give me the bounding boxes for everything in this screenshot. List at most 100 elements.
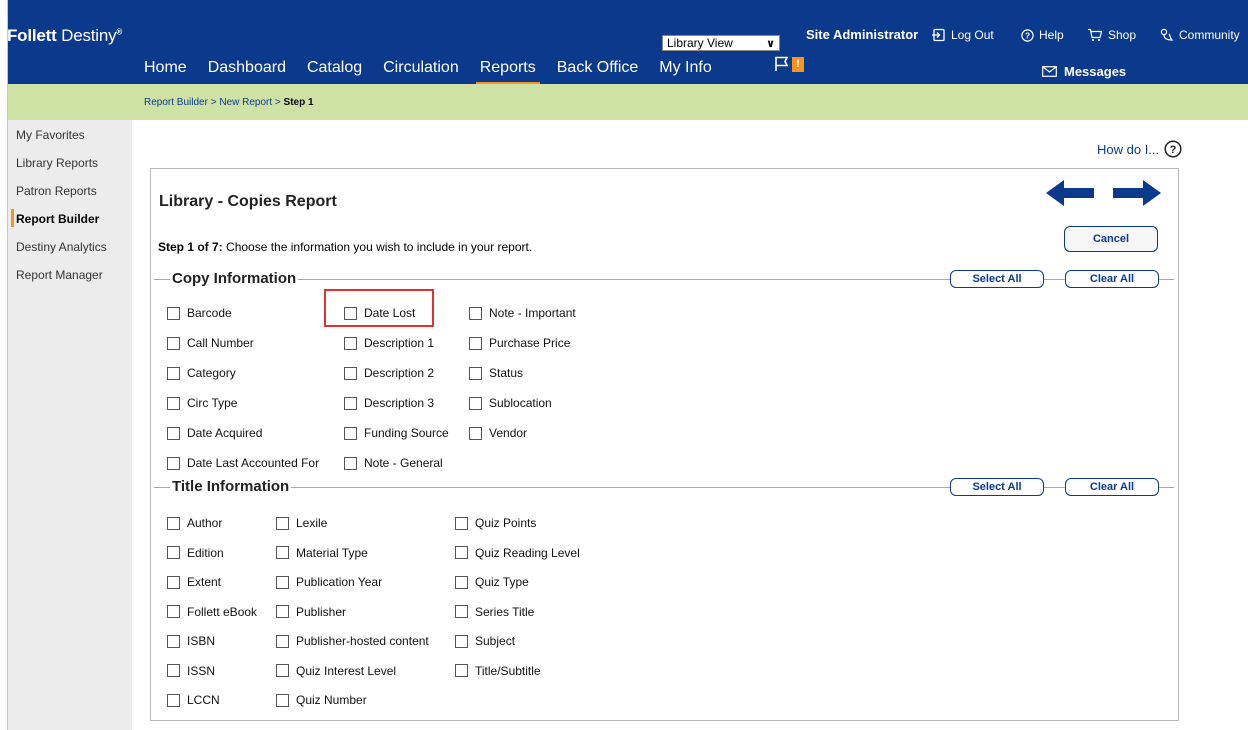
checkbox-subject[interactable]: Subject — [455, 634, 515, 648]
logout-link[interactable]: Log Out — [932, 28, 994, 42]
checkbox-lccn[interactable]: LCCN — [167, 693, 220, 707]
checkbox-box[interactable] — [455, 516, 468, 530]
follett-destiny-logo[interactable]: Follett Destiny® — [7, 26, 122, 46]
checkbox-box[interactable] — [469, 306, 482, 320]
forward-arrow-icon[interactable] — [1113, 180, 1161, 206]
copy-clear-all-button[interactable]: Clear All — [1065, 270, 1159, 288]
checkbox-box[interactable] — [344, 366, 357, 380]
nav-catalog[interactable]: Catalog — [307, 59, 362, 81]
nav-home[interactable]: Home — [144, 59, 187, 81]
alerts-flag[interactable]: ! — [774, 56, 804, 72]
checkbox-category[interactable]: Category — [167, 366, 236, 380]
checkbox-circ-type[interactable]: Circ Type — [167, 396, 237, 410]
checkbox-box[interactable] — [276, 575, 289, 589]
checkbox-follett-ebook[interactable]: Follett eBook — [167, 605, 257, 619]
checkbox-box[interactable] — [455, 664, 468, 677]
back-arrow-icon[interactable] — [1046, 180, 1094, 206]
checkbox-title-subtitle[interactable]: Title/Subtitle — [455, 664, 541, 678]
nav-dashboard[interactable]: Dashboard — [208, 59, 286, 81]
checkbox-box[interactable] — [167, 634, 180, 648]
checkbox-date-last-accounted-for[interactable]: Date Last Accounted For — [167, 456, 319, 470]
nav-circulation[interactable]: Circulation — [383, 59, 459, 81]
sidebar-item-destiny-analytics[interactable]: Destiny Analytics — [8, 232, 132, 260]
checkbox-box[interactable] — [276, 605, 289, 618]
checkbox-quiz-interest-level[interactable]: Quiz Interest Level — [276, 664, 396, 678]
checkbox-box[interactable] — [344, 456, 357, 470]
checkbox-date-acquired[interactable]: Date Acquired — [167, 426, 262, 440]
checkbox-publisher[interactable]: Publisher — [276, 605, 346, 619]
library-view-select[interactable]: Library View ∨ — [662, 35, 780, 51]
checkbox-publication-year[interactable]: Publication Year — [276, 575, 382, 589]
sidebar-item-library-reports[interactable]: Library Reports — [8, 148, 132, 176]
checkbox-box[interactable] — [344, 426, 357, 440]
checkbox-status[interactable]: Status — [469, 366, 523, 380]
title-clear-all-button[interactable]: Clear All — [1065, 478, 1159, 496]
checkbox-note-general[interactable]: Note - General — [344, 456, 443, 470]
title-select-all-button[interactable]: Select All — [950, 478, 1044, 496]
checkbox-box[interactable] — [455, 634, 468, 648]
checkbox-box[interactable] — [167, 575, 180, 589]
checkbox-box[interactable] — [276, 634, 289, 648]
shop-link[interactable]: Shop — [1087, 28, 1136, 42]
checkbox-box[interactable] — [276, 546, 289, 559]
help-link[interactable]: ? Help — [1021, 28, 1064, 42]
checkbox-description-1[interactable]: Description 1 — [344, 336, 434, 350]
checkbox-box[interactable] — [344, 336, 357, 350]
checkbox-box[interactable] — [455, 605, 468, 618]
checkbox-issn[interactable]: ISSN — [167, 664, 215, 678]
checkbox-box[interactable] — [455, 546, 468, 559]
checkbox-box[interactable] — [167, 546, 180, 559]
checkbox-vendor[interactable]: Vendor — [469, 426, 527, 440]
messages-link[interactable]: Messages — [1042, 64, 1126, 79]
sidebar-item-report-manager[interactable]: Report Manager — [8, 260, 132, 288]
checkbox-box[interactable] — [344, 396, 357, 410]
checkbox-publisher-hosted-content[interactable]: Publisher-hosted content — [276, 634, 429, 648]
checkbox-box[interactable] — [167, 516, 180, 530]
checkbox-sublocation[interactable]: Sublocation — [469, 396, 552, 410]
checkbox-box[interactable] — [167, 693, 180, 707]
checkbox-box[interactable] — [455, 575, 468, 589]
breadcrumb-new-report[interactable]: New Report — [219, 97, 272, 108]
checkbox-quiz-reading-level[interactable]: Quiz Reading Level — [455, 546, 580, 560]
checkbox-box[interactable] — [167, 456, 180, 470]
checkbox-box[interactable] — [276, 516, 289, 530]
checkbox-author[interactable]: Author — [167, 516, 222, 530]
community-link[interactable]: Community — [1160, 28, 1240, 42]
checkbox-box[interactable] — [167, 605, 180, 618]
nav-my-info[interactable]: My Info — [659, 59, 711, 81]
checkbox-series-title[interactable]: Series Title — [455, 605, 534, 619]
checkbox-description-3[interactable]: Description 3 — [344, 396, 434, 410]
checkbox-box[interactable] — [167, 366, 180, 380]
checkbox-purchase-price[interactable]: Purchase Price — [469, 336, 570, 350]
how-do-i-link[interactable]: How do I... ? — [1097, 140, 1182, 158]
copy-select-all-button[interactable]: Select All — [950, 270, 1044, 288]
checkbox-box[interactable] — [276, 664, 289, 677]
checkbox-quiz-points[interactable]: Quiz Points — [455, 516, 536, 530]
checkbox-quiz-type[interactable]: Quiz Type — [455, 575, 529, 589]
checkbox-box[interactable] — [469, 336, 482, 350]
checkbox-edition[interactable]: Edition — [167, 546, 224, 560]
checkbox-isbn[interactable]: ISBN — [167, 634, 215, 648]
checkbox-box[interactable] — [469, 426, 482, 440]
checkbox-description-2[interactable]: Description 2 — [344, 366, 434, 380]
checkbox-note-important[interactable]: Note - Important — [469, 306, 576, 320]
checkbox-box[interactable] — [469, 396, 482, 410]
checkbox-barcode[interactable]: Barcode — [167, 306, 232, 320]
checkbox-box[interactable] — [276, 693, 289, 707]
checkbox-extent[interactable]: Extent — [167, 575, 221, 589]
checkbox-box[interactable] — [167, 306, 180, 320]
nav-back-office[interactable]: Back Office — [557, 59, 639, 81]
cancel-button[interactable]: Cancel — [1064, 226, 1158, 252]
checkbox-material-type[interactable]: Material Type — [276, 546, 368, 560]
checkbox-lexile[interactable]: Lexile — [276, 516, 327, 530]
breadcrumb-report-builder[interactable]: Report Builder — [144, 97, 208, 108]
checkbox-box[interactable] — [167, 664, 180, 677]
checkbox-box[interactable] — [167, 336, 180, 350]
checkbox-box[interactable] — [167, 426, 180, 440]
sidebar-item-report-builder[interactable]: Report Builder — [8, 204, 132, 232]
checkbox-call-number[interactable]: Call Number — [167, 336, 254, 350]
sidebar-item-patron-reports[interactable]: Patron Reports — [8, 176, 132, 204]
nav-reports[interactable]: Reports — [475, 59, 540, 85]
sidebar-item-my-favorites[interactable]: My Favorites — [8, 120, 132, 148]
checkbox-box[interactable] — [167, 396, 180, 410]
